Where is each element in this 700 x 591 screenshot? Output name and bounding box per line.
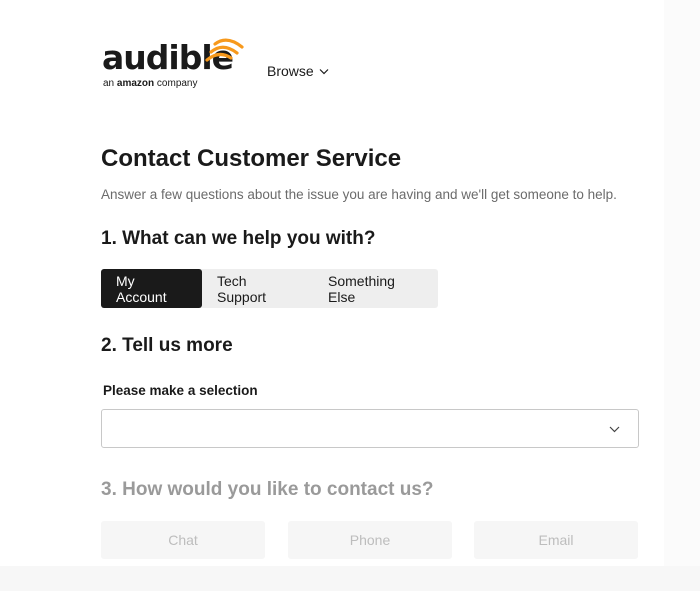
logo-tag-brand: amazon [116,78,155,89]
issue-select-dropdown[interactable] [101,409,639,448]
signal-waves-icon [205,38,244,62]
page-title: Contact Customer Service [101,145,402,172]
browse-menu[interactable]: Browse [267,63,329,79]
chevron-down-icon [319,68,329,74]
audible-logo[interactable]: audible an amazon company [102,38,244,94]
logo-tag-suffix: company [156,78,198,89]
question-2-heading: 2. Tell us more [101,335,233,356]
footer-strip [0,566,700,591]
page: audible an amazon company Browse Contact… [0,0,700,591]
chevron-down-icon [609,426,620,433]
phone-button[interactable]: Phone [288,521,452,559]
question-1-heading: 1. What can we help you with? [101,228,376,249]
help-topic-segmented-control: My Account Tech Support Something Else [101,269,438,308]
segment-tech-support[interactable]: Tech Support [202,269,313,308]
segment-something-else[interactable]: Something Else [313,269,438,308]
email-button[interactable]: Email [474,521,638,559]
logo-tagline: an amazon company [103,78,198,90]
segment-my-account[interactable]: My Account [101,269,202,308]
question-3-heading: 3. How would you like to contact us? [101,479,434,500]
select-label: Please make a selection [103,383,258,398]
logo-tag-prefix: an [103,78,115,89]
scrollbar-track [664,0,700,591]
page-subtitle: Answer a few questions about the issue y… [101,187,617,202]
browse-label: Browse [267,63,314,79]
chat-button[interactable]: Chat [101,521,265,559]
